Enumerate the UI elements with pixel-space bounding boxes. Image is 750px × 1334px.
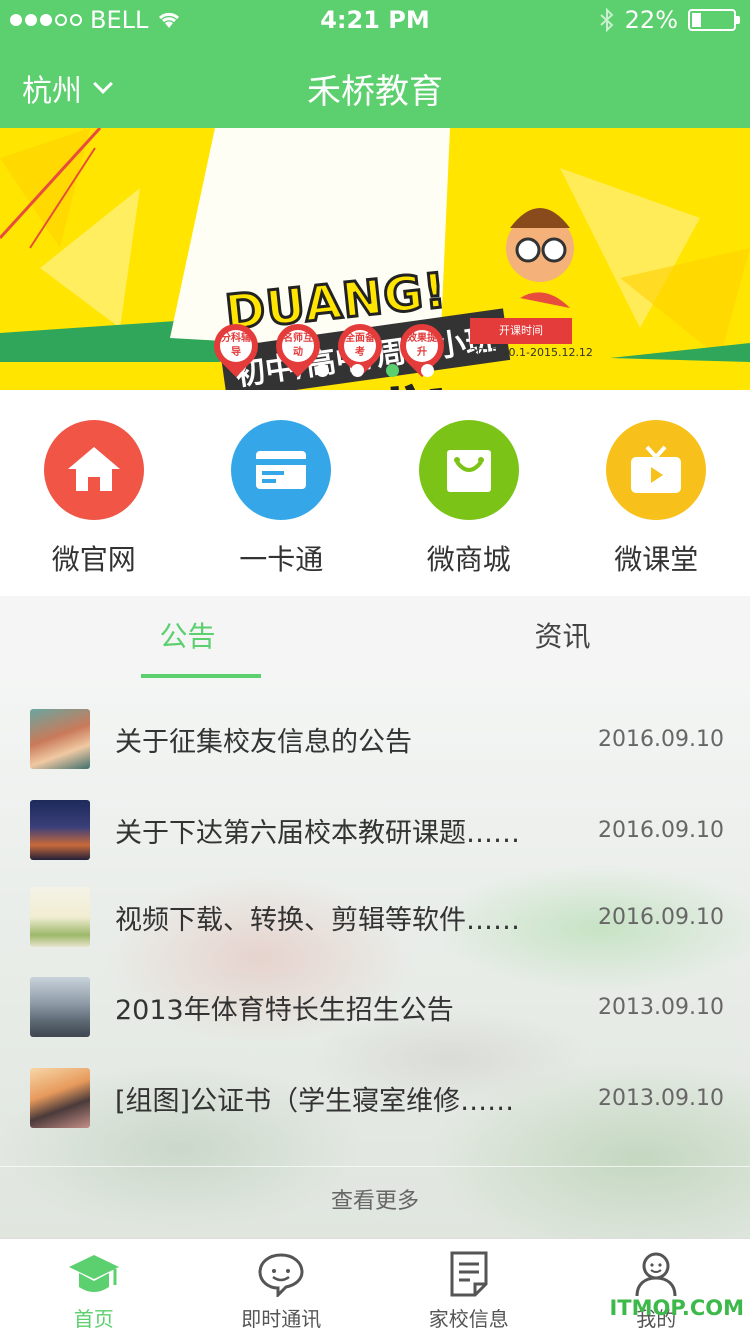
bluetooth-icon [599, 8, 614, 32]
tab-chat[interactable]: 即时通讯 [188, 1239, 376, 1334]
view-more-link[interactable]: 查看更多 [0, 1183, 750, 1215]
quick-entry-mall[interactable]: 微商城 [375, 390, 563, 596]
banner-pin-label: 全面备考 [344, 330, 376, 362]
quick-entry-classroom[interactable]: 微课堂 [563, 390, 750, 596]
status-right: 22% [599, 6, 740, 34]
tab-label: 首页 [73, 1307, 114, 1331]
chat-bubble-icon [256, 1249, 306, 1299]
nav-bar: 杭州 禾桥教育 [0, 40, 750, 128]
tab-school-info[interactable]: 家校信息 [375, 1239, 563, 1334]
news-tabs: 公告 资讯 [0, 596, 750, 678]
carousel-dot[interactable] [351, 364, 364, 377]
tab-announcements[interactable]: 公告 [0, 596, 375, 678]
bottom-tab-bar: 首页 即时通讯 家校信息 我的 ITMOP.COM [0, 1238, 750, 1334]
news-date: 2013.09.10 [598, 1085, 724, 1111]
banner-pin-label: 效果提升 [406, 330, 438, 362]
news-thumbnail [30, 977, 90, 1037]
quick-entry-website[interactable]: 微官网 [0, 390, 188, 596]
news-date: 2016.09.10 [598, 726, 724, 752]
list-item[interactable]: 2013年体育特长生招生公告 2013.09.10 [0, 962, 750, 1052]
mortarboard-icon [67, 1249, 121, 1299]
news-date: 2016.09.10 [598, 817, 724, 843]
quick-entry-label: 微官网 [51, 543, 136, 576]
promo-banner[interactable]: DUANG! 初中/高中/周末小班 开课啦! 分科辅导 名师互动 全面备考 效果… [0, 128, 750, 390]
quick-entry-label: 微商城 [426, 543, 511, 576]
tv-icon [606, 420, 707, 520]
news-title: [组图]公证书（学生寝室维修…… [115, 1085, 515, 1117]
banner-time-badge: 开课时间 [470, 318, 572, 344]
battery-fill [692, 13, 701, 27]
tab-home[interactable]: 首页 [0, 1239, 188, 1334]
battery-icon [688, 9, 740, 31]
carousel-dot[interactable] [316, 364, 329, 377]
news-thumbnail [30, 1068, 90, 1128]
news-title: 视频下载、转换、剪辑等软件…… [115, 904, 520, 936]
quick-entry-card[interactable]: 一卡通 [188, 390, 376, 596]
list-item[interactable]: 关于下达第六届校本教研课题…… 2016.09.10 [0, 785, 750, 875]
news-list: 关于征集校友信息的公告 2016.09.10 关于下达第六届校本教研课题…… 2… [0, 678, 750, 1238]
carousel-dot[interactable] [386, 364, 399, 377]
tab-news[interactable]: 资讯 [375, 596, 750, 678]
quick-entry-label: 一卡通 [239, 543, 324, 576]
news-title: 关于征集校友信息的公告 [115, 726, 412, 758]
document-icon [448, 1249, 490, 1299]
quick-entry-label: 微课堂 [614, 543, 699, 576]
news-thumbnail [30, 709, 90, 769]
list-item[interactable]: 视频下载、转换、剪辑等软件…… 2016.09.10 [0, 872, 750, 962]
home-icon [43, 420, 144, 520]
watermark: ITMOP.COM [609, 1296, 744, 1320]
banner-pin-label: 分科辅导 [220, 330, 252, 362]
carousel-dot[interactable] [421, 364, 434, 377]
news-title: 关于下达第六届校本教研课题…… [115, 817, 520, 849]
news-title: 2013年体育特长生招生公告 [115, 994, 454, 1026]
news-thumbnail [30, 800, 90, 860]
tab-label: 家校信息 [428, 1307, 509, 1331]
news-thumbnail [30, 887, 90, 947]
banner-date-range: 2015.10.1-2015.12.12 [470, 346, 593, 359]
list-item[interactable]: [组图]公证书（学生寝室维修…… 2013.09.10 [0, 1053, 750, 1143]
page-title: 禾桥教育 [307, 72, 443, 112]
battery-percent: 22% [624, 6, 678, 34]
list-item[interactable]: 关于征集校友信息的公告 2016.09.10 [0, 694, 750, 784]
divider [0, 1166, 750, 1167]
status-bar: BELL 4:21 PM 22% [0, 0, 750, 40]
banner-pin-label: 名师互动 [282, 330, 314, 362]
news-date: 2013.09.10 [598, 994, 724, 1020]
user-icon [633, 1249, 679, 1299]
tab-label: 即时通讯 [241, 1307, 322, 1331]
shopping-bag-icon [418, 420, 519, 520]
carousel-dots [0, 364, 750, 377]
quick-entry-grid: 微官网 一卡通 微商城 微课堂 [0, 390, 750, 596]
news-date: 2016.09.10 [598, 904, 724, 930]
card-icon [231, 420, 332, 520]
